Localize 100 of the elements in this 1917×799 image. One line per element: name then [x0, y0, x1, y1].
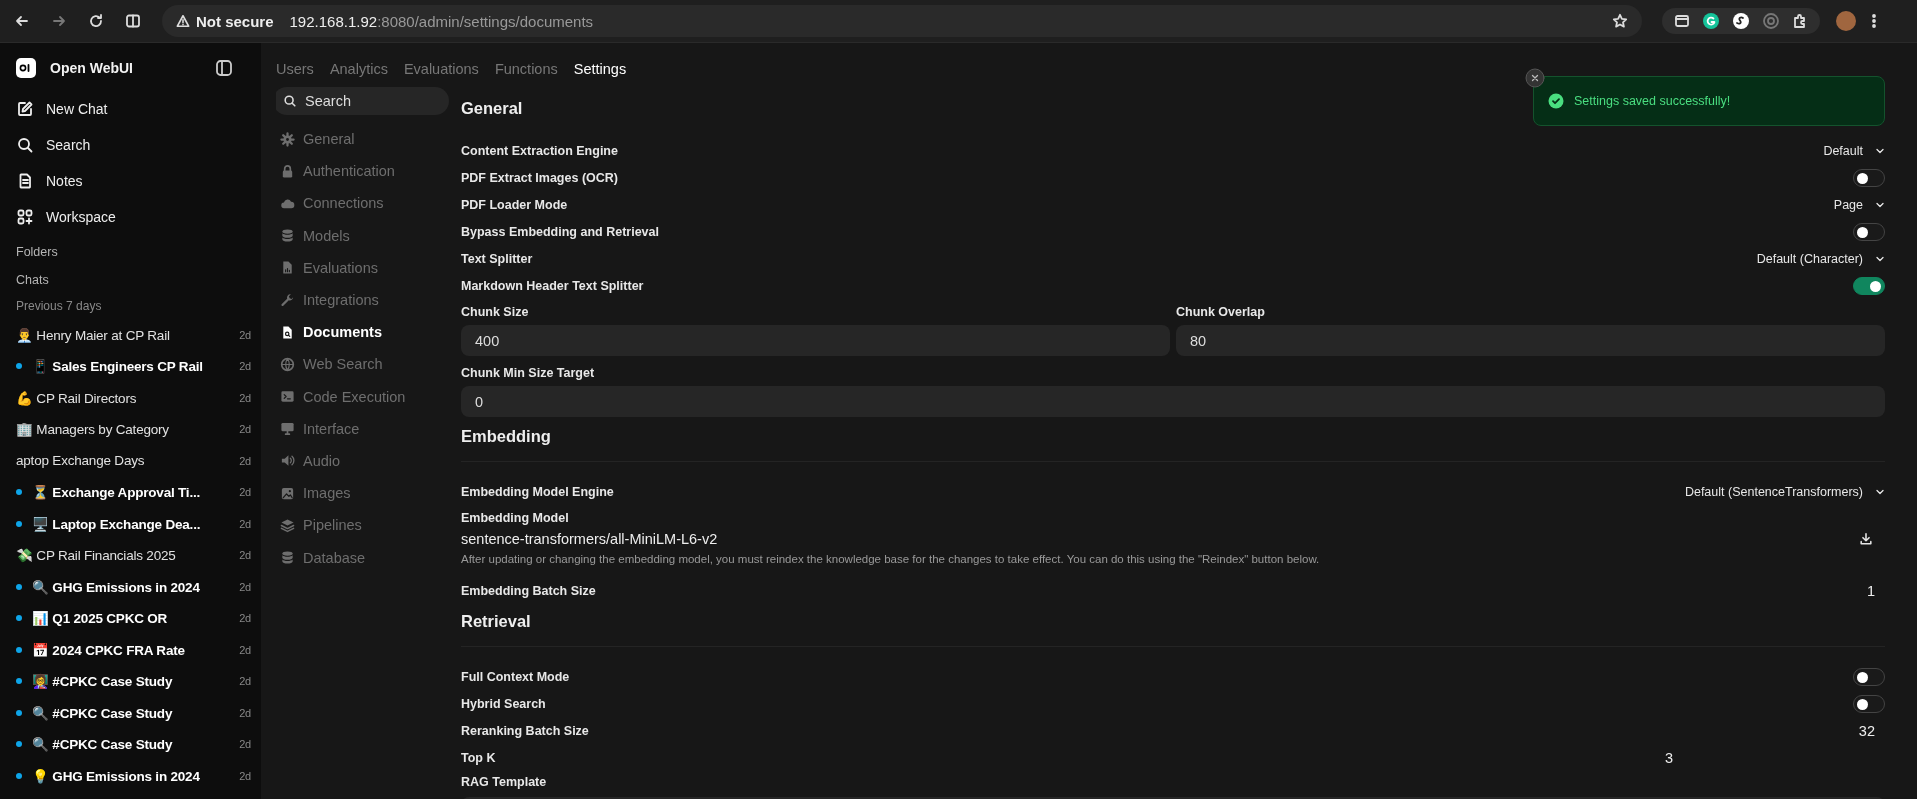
settings-nav-item[interactable]: Database — [276, 541, 461, 574]
setting-label: Chunk Overlap — [1176, 305, 1266, 319]
settings-nav-item[interactable]: Models — [276, 219, 461, 252]
database-icon — [280, 228, 295, 244]
chat-item[interactable]: 🖥 Laptop Exchange Dea... 2d — [16, 508, 253, 540]
settings-nav-item[interactable]: Code Execution — [276, 380, 461, 413]
download-icon[interactable] — [1859, 532, 1873, 546]
reload-icon[interactable] — [88, 13, 104, 29]
check-circle-icon — [1548, 93, 1564, 109]
database-icon — [280, 550, 295, 566]
search-input[interactable]: Search — [305, 93, 439, 109]
settings-nav-item[interactable]: General — [276, 123, 461, 156]
toggle-switch[interactable] — [1853, 222, 1885, 241]
chat-item[interactable]: 📊 Q1 2025 CPKC OR 2d — [16, 602, 253, 634]
chat-item[interactable]: 💪 CP Rail Directors 2d — [16, 382, 253, 414]
input-field[interactable]: 80 — [1176, 325, 1885, 356]
dropdown[interactable]: Default — [1823, 143, 1885, 158]
dropdown[interactable]: Default (Character) — [1756, 251, 1885, 266]
settings-nav-item[interactable]: Images — [276, 477, 461, 510]
chat-time: 2d — [239, 738, 251, 751]
extension-circle-icon[interactable] — [1702, 12, 1720, 30]
sidebar-nav-item[interactable]: Search — [16, 127, 253, 163]
chat-item[interactable]: 📅 2024 CPKC FRA Rate 2d — [16, 634, 253, 666]
admin-tab[interactable]: Analytics — [329, 61, 388, 77]
settings-nav-item[interactable]: Integrations — [276, 283, 461, 317]
group-label: Previous 7 days — [16, 299, 103, 313]
chat-item[interactable]: ⏳ Exchange Approval Ti... 2d — [16, 476, 253, 508]
number-input[interactable]: 1 — [1866, 582, 1885, 599]
sidebar-nav-item[interactable]: Workspace — [16, 199, 253, 235]
chat-title: aptop Exchange Days — [16, 453, 146, 469]
window-icon[interactable] — [1674, 13, 1690, 29]
setting-label: Text Splitter — [461, 251, 533, 266]
toggle-switch[interactable] — [1853, 667, 1885, 686]
admin-tab[interactable]: Evaluations — [403, 61, 479, 77]
address-bar[interactable]: Not secure 192.168.1.92:8080/admin/settings/documents — [162, 5, 1642, 37]
chat-title: 📅 2024 CPKC FRA Rate — [32, 641, 186, 658]
setting-label: Embedding Batch Size — [461, 583, 596, 598]
toggle-switch[interactable] — [1853, 168, 1885, 187]
chat-time: 2d — [239, 486, 251, 499]
chat-item[interactable]: 📱 Sales Engineers CP Rail 2d — [16, 350, 253, 382]
settings-nav-item[interactable]: Connections — [276, 187, 461, 220]
chat-item[interactable]: 💡 GHG Emissions in 2024 2d — [16, 760, 253, 792]
chat-title: 👩‍🏫 #CPKC Case Study — [32, 673, 174, 690]
chart-document-icon — [280, 260, 295, 276]
section-label[interactable]: Folders — [16, 245, 253, 263]
sidebar-nav-item[interactable]: New Chat — [16, 91, 253, 127]
star-icon[interactable] — [1612, 13, 1628, 29]
forward-icon[interactable] — [51, 13, 67, 29]
settings-nav-item[interactable]: Audio — [276, 444, 461, 478]
setting-label: Embedding Model — [461, 511, 570, 525]
chat-item[interactable]: aptop Exchange Days 2d — [16, 445, 253, 477]
dropdown[interactable]: Page — [1833, 197, 1885, 212]
chat-title: 💡 GHG Emissions in 2024 — [32, 767, 201, 784]
chat-item[interactable]: 👨‍💼 Henry Maier at CP Rail 2d — [16, 319, 253, 351]
chat-title: 💸 CP Rail Financials 2025 — [16, 547, 177, 564]
input-field[interactable]: sentence-transformers/all-MiniLM-L6-v2 — [461, 531, 718, 547]
kebab-menu-icon[interactable] — [1872, 13, 1876, 29]
section-label[interactable]: Chats — [16, 273, 253, 291]
chat-item[interactable]: 🔍 #CPKC Case Study 2d — [16, 728, 253, 760]
chat-item[interactable]: 🏢 Managers by Category 2d — [16, 413, 253, 445]
settings-nav-item[interactable]: Interface — [276, 412, 461, 445]
image-icon — [280, 485, 295, 501]
toggle-switch[interactable] — [1853, 694, 1885, 713]
setting-label: PDF Extract Images (OCR) — [461, 170, 618, 185]
settings-nav-item[interactable]: Pipelines — [276, 509, 461, 542]
settings-nav-item[interactable]: Web Search — [276, 348, 461, 381]
sidebar-toggle-icon[interactable] — [215, 59, 233, 77]
chat-title: ⏳ Exchange Approval Ti... — [32, 484, 202, 501]
search-field[interactable]: Search — [276, 87, 449, 115]
admin-tab[interactable]: Users — [276, 61, 314, 77]
settings-nav-item[interactable]: Authentication — [276, 155, 461, 188]
section-heading: General — [461, 99, 523, 119]
chat-item[interactable]: 🔍 GHG Emissions in 2024 2d — [16, 571, 253, 603]
split-view-icon[interactable] — [125, 13, 141, 29]
globe-icon — [280, 356, 295, 372]
input-field[interactable]: 0 — [461, 386, 1885, 417]
toggle-switch[interactable] — [1853, 276, 1885, 295]
setting-label: Reranking Batch Size — [461, 723, 589, 738]
input-field[interactable]: 400 — [461, 325, 1170, 356]
chat-item[interactable]: 👩‍🏫 #CPKC Case Study 2d — [16, 665, 253, 697]
avatar[interactable] — [1836, 11, 1856, 31]
chat-item[interactable]: 💸 CP Rail Financials 2025 2d — [16, 539, 253, 571]
settings-nav-item[interactable]: Evaluations — [276, 251, 461, 284]
dropdown[interactable]: Default (SentenceTransformers) — [1684, 484, 1885, 499]
admin-tab[interactable]: Settings — [573, 61, 627, 77]
chat-item[interactable]: 🔍 #CPKC Case Study 2d — [16, 697, 253, 729]
chat-time: 2d — [239, 454, 251, 467]
logo-icon[interactable] — [16, 58, 36, 78]
toast-message: Settings saved successfully! — [1574, 94, 1731, 108]
extension-circle-icon[interactable] — [1732, 12, 1750, 30]
sidebar-nav-item[interactable]: Notes — [16, 163, 253, 199]
back-icon[interactable] — [14, 13, 30, 29]
close-icon[interactable] — [1525, 68, 1545, 88]
admin-tab[interactable]: Functions — [494, 61, 558, 77]
number-input[interactable]: 32 — [1858, 722, 1885, 739]
puzzle-icon[interactable] — [1792, 13, 1808, 29]
settings-nav-item[interactable]: Documents — [276, 316, 461, 349]
number-input[interactable]: 3 — [1665, 749, 1885, 766]
setting-label: Embedding Model Engine — [461, 484, 614, 499]
setting-label: Full Context Mode — [461, 669, 570, 684]
